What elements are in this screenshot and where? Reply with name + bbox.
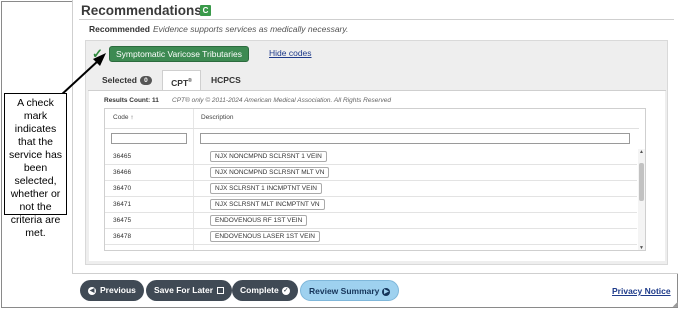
column-header-description[interactable]: Description — [201, 114, 234, 121]
review-summary-label: Review Summary — [309, 286, 380, 296]
code-filter-input[interactable] — [111, 133, 187, 144]
previous-button[interactable]: ◀ Previous — [80, 280, 144, 301]
results-count: Results Count: 11 — [104, 97, 159, 104]
privacy-notice-link[interactable]: Privacy Notice — [612, 286, 671, 296]
row-code: 36465 — [113, 153, 132, 160]
table-scrollbar[interactable]: ▲ ▼ — [638, 149, 645, 250]
row-code: 36475 — [113, 217, 132, 224]
tab-hcpcs[interactable]: HCPCS — [211, 70, 241, 90]
previous-label: Previous — [100, 285, 136, 295]
row-code: 36471 — [113, 201, 132, 208]
row-code: 36466 — [113, 169, 132, 176]
recommendation-status: Recommended Evidence supports services as… — [89, 24, 348, 34]
column-header-code[interactable]: Code ↑ — [113, 114, 134, 121]
review-summary-button[interactable]: Review Summary ▶ — [300, 280, 400, 301]
criteria-badge: C — [200, 5, 211, 16]
header-divider — [105, 128, 639, 129]
selected-count-badge: 0 — [139, 76, 152, 86]
row-description: NJX NONCMPND SCLRSNT 1 VEIN — [210, 151, 327, 162]
complete-label: Complete — [240, 285, 279, 295]
status-label: Recommended — [89, 24, 150, 34]
triangle-up-icon[interactable]: ▲ — [638, 149, 645, 155]
description-filter-input[interactable] — [200, 133, 630, 144]
resize-grip-icon: ◢ — [672, 301, 678, 308]
codes-table: Code ↑ Description 36465 NJX NONCMPND SC… — [104, 108, 646, 251]
table-row[interactable]: 36466 NJX NONCMPND SCLRSNT MLT VN — [105, 165, 637, 181]
row-description: NJX SCLRSNT MLT INCMPTNT VN — [210, 199, 325, 210]
table-row[interactable]: 36470 NJX SCLRSNT 1 INCMPTNT VEIN — [105, 181, 637, 197]
service-button[interactable]: Symptomatic Varicose Tributaries — [109, 46, 249, 62]
save-for-later-button[interactable]: Save For Later — [146, 280, 233, 301]
cpt-copyright: CPT® only © 2011-2024 American Medical A… — [172, 97, 391, 104]
row-description: NJX SCLRSNT 1 INCMPTNT VEIN — [210, 183, 322, 194]
row-code: 36470 — [113, 185, 132, 192]
annotation-callout: A check mark indicates that the service … — [4, 93, 67, 239]
tab-selected-label: Selected — [102, 75, 137, 85]
tab-cpt[interactable]: CPT® — [162, 70, 201, 91]
table-row[interactable]: 36475 ENDOVENOUS RF 1ST VEIN — [105, 213, 637, 229]
triangle-down-icon[interactable]: ▼ — [638, 245, 645, 250]
arrow-right-circle-icon: ▶ — [382, 287, 391, 296]
check-circle-icon: ✓ — [281, 286, 290, 295]
save-icon — [217, 287, 225, 295]
tab-cpt-sup: ® — [188, 78, 192, 84]
table-row[interactable]: 36478 ENDOVENOUS LASER 1ST VEIN — [105, 229, 637, 245]
hide-codes-link[interactable]: Hide codes — [269, 48, 312, 58]
check-icon: ✓ — [92, 46, 103, 61]
table-row[interactable]: 36465 NJX NONCMPND SCLRSNT 1 VEIN — [105, 149, 637, 165]
title-divider — [79, 19, 674, 20]
status-text: Evidence supports services as medically … — [152, 24, 349, 34]
tab-cpt-label: CPT — [171, 77, 189, 88]
row-description: NJX NONCMPND SCLRSNT MLT VN — [210, 167, 330, 178]
tab-selected[interactable]: Selected 0 — [102, 70, 152, 90]
table-row[interactable]: 36471 NJX SCLRSNT MLT INCMPTNT VN — [105, 197, 637, 213]
save-for-later-label: Save For Later — [154, 285, 214, 295]
row-code: 36478 — [113, 233, 132, 240]
recommendations-title: Recommendations — [81, 3, 202, 18]
arrow-left-circle-icon: ◀ — [88, 286, 96, 295]
scroll-thumb[interactable] — [639, 163, 644, 201]
row-description: ENDOVENOUS RF 1ST VEIN — [210, 215, 308, 226]
complete-button[interactable]: Complete ✓ — [232, 280, 298, 301]
row-description: ENDOVENOUS LASER 1ST VEIN — [210, 231, 320, 242]
